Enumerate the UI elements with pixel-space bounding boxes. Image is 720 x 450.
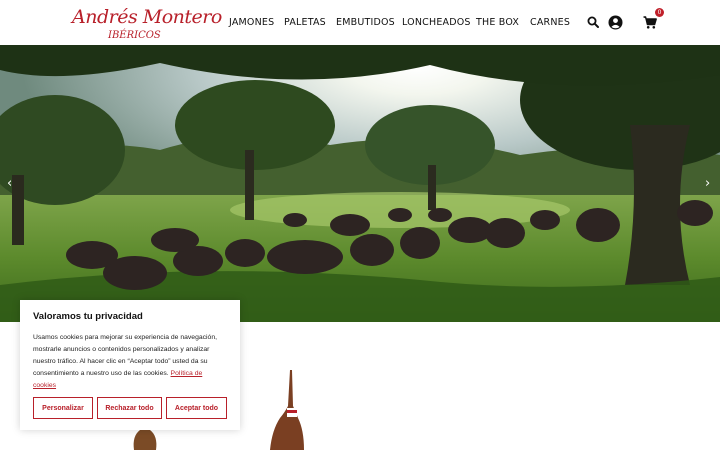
site-header: Andrés Montero IBÉRICOS JAMONES PALETAS … bbox=[0, 0, 720, 45]
cart-icon[interactable]: 0 bbox=[640, 8, 664, 32]
customize-button[interactable]: Personalizar bbox=[33, 397, 93, 419]
cookie-text: Usamos cookies para mejorar su experienc… bbox=[33, 332, 227, 392]
reject-all-button[interactable]: Rechazar todo bbox=[97, 397, 162, 419]
header-icons: 0 bbox=[583, 8, 664, 32]
slider-prev-arrow[interactable]: ‹ bbox=[7, 176, 12, 191]
cookie-banner: Valoramos tu privacidad Usamos cookies p… bbox=[20, 300, 240, 430]
hero-image bbox=[0, 45, 720, 322]
product-label-stripe bbox=[287, 410, 297, 413]
nav-item-embutidos[interactable]: EMBUTIDOS bbox=[336, 17, 395, 28]
product-image-1 bbox=[133, 430, 157, 450]
user-circle-icon[interactable] bbox=[605, 12, 625, 32]
logo-subtitle: IBÉRICOS bbox=[108, 30, 161, 41]
logo-name: Andrés Montero bbox=[72, 6, 222, 28]
slider-next-arrow[interactable]: › bbox=[705, 176, 710, 191]
cookie-title: Valoramos tu privacidad bbox=[33, 311, 143, 322]
nav-item-loncheados[interactable]: LONCHEADOS bbox=[402, 17, 471, 28]
search-icon[interactable] bbox=[583, 12, 603, 32]
nav-item-paletas[interactable]: PALETAS bbox=[284, 17, 326, 28]
cart-count-badge: 0 bbox=[655, 8, 664, 17]
cookie-buttons: Personalizar Rechazar todo Aceptar todo bbox=[33, 397, 227, 419]
nav-item-carnes[interactable]: CARNES bbox=[530, 17, 570, 28]
nav-item-jamones[interactable]: JAMONES bbox=[229, 17, 274, 28]
hero-slider: ‹ › bbox=[0, 45, 720, 322]
brand-logo[interactable]: Andrés Montero IBÉRICOS bbox=[72, 4, 222, 42]
accept-all-button[interactable]: Aceptar todo bbox=[166, 397, 227, 419]
nav-item-the-box[interactable]: THE BOX bbox=[476, 17, 519, 28]
